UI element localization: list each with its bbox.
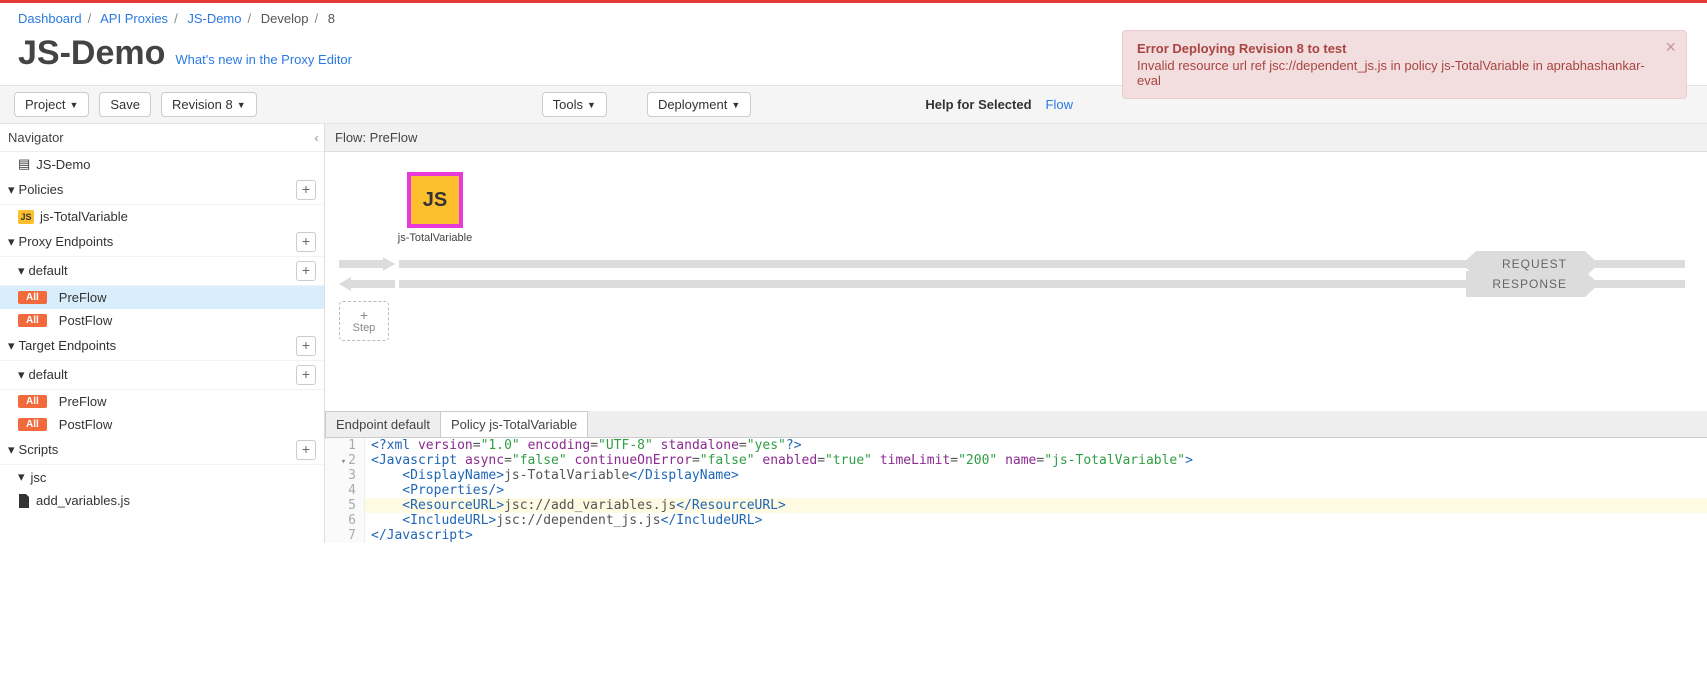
error-alert: × Error Deploying Revision 8 to test Inv… — [1122, 30, 1687, 99]
nav-root[interactable]: ▤ JS-Demo — [0, 152, 324, 176]
add-flow-button[interactable]: + — [296, 365, 316, 385]
scripts-folder[interactable]: ▾jsc — [0, 465, 324, 489]
policy-item[interactable]: JS js-TotalVariable — [0, 205, 324, 228]
save-button[interactable]: Save — [99, 92, 151, 117]
line-number: 3 — [325, 468, 365, 483]
breadcrumb-current: Develop — [261, 11, 309, 26]
line-number: 1 — [325, 438, 365, 453]
arrow-right-icon — [339, 257, 395, 271]
target-flow-postflow[interactable]: All PostFlow — [0, 413, 324, 436]
code-text[interactable]: <ResourceURL>jsc://add_variables.js</Res… — [365, 498, 1707, 513]
breadcrumb-link[interactable]: Dashboard — [18, 11, 82, 26]
code-line[interactable]: 5 <ResourceURL>jsc://add_variables.js</R… — [325, 498, 1707, 513]
target-flow-preflow[interactable]: All PreFlow — [0, 390, 324, 413]
policy-node[interactable]: JS js-TotalVariable — [395, 172, 475, 245]
plus-icon: + — [360, 308, 368, 322]
page-title: JS-Demo — [18, 34, 165, 73]
response-label: RESPONSE — [1466, 271, 1585, 297]
code-line[interactable]: 6 <IncludeURL>jsc://dependent_js.js</Inc… — [325, 513, 1707, 528]
code-line[interactable]: 3 <DisplayName>js-TotalVariable</Display… — [325, 468, 1707, 483]
editor-tabs: Endpoint default Policy js-TotalVariable — [325, 411, 1707, 438]
breadcrumb-link[interactable]: API Proxies — [100, 11, 168, 26]
code-editor[interactable]: 1<?xml version="1.0" encoding="UTF-8" st… — [325, 438, 1707, 543]
line-number: 7 — [325, 528, 365, 543]
project-menu[interactable]: Project▼ — [14, 92, 89, 117]
chevron-down-icon: ▼ — [731, 100, 740, 110]
add-target-endpoint-button[interactable]: + — [296, 336, 316, 356]
section-scripts[interactable]: ▾Scripts + — [0, 436, 324, 465]
line-number: 4 — [325, 483, 365, 498]
line-number: 5 — [325, 498, 365, 513]
code-line[interactable]: 4 <Properties/> — [325, 483, 1707, 498]
javascript-icon: JS — [18, 210, 34, 224]
javascript-icon: JS — [423, 189, 447, 212]
flow-postflow[interactable]: All PostFlow — [0, 309, 324, 332]
tab-endpoint[interactable]: Endpoint default — [325, 411, 441, 437]
proxy-icon: ▤ — [18, 156, 30, 172]
chevron-down-icon: ▼ — [237, 100, 246, 110]
all-badge: All — [18, 314, 47, 327]
navigator-panel: Navigator ‹‹ ▤ JS-Demo ▾Policies + JS js… — [0, 124, 325, 543]
close-icon[interactable]: × — [1665, 37, 1676, 58]
code-text[interactable]: <Properties/> — [365, 483, 1707, 498]
tools-menu[interactable]: Tools▼ — [542, 92, 607, 117]
file-icon — [18, 494, 30, 508]
all-badge: All — [18, 418, 47, 431]
breadcrumb-current: 8 — [328, 11, 335, 26]
navigator-title: Navigator — [8, 130, 64, 145]
response-pipeline: RESPONSE — [339, 277, 1697, 291]
request-pipeline: REQUEST — [339, 257, 1697, 271]
alert-body: Invalid resource url ref jsc://dependent… — [1137, 58, 1645, 88]
proxy-endpoint-default[interactable]: ▾default + — [0, 257, 324, 286]
help-for-selected: Help for Selected — [925, 97, 1031, 112]
target-endpoint-default[interactable]: ▾default + — [0, 361, 324, 390]
section-proxy-endpoints[interactable]: ▾Proxy Endpoints + — [0, 228, 324, 257]
collapse-navigator-icon[interactable]: ‹‹ — [314, 131, 316, 145]
code-line[interactable]: 7</Javascript> — [325, 528, 1707, 543]
chevron-down-icon: ▼ — [587, 100, 596, 110]
script-file[interactable]: add_variables.js — [0, 489, 324, 512]
deployment-menu[interactable]: Deployment▼ — [647, 92, 751, 117]
flow-preflow[interactable]: All PreFlow — [0, 286, 324, 309]
code-line[interactable]: 1<?xml version="1.0" encoding="UTF-8" st… — [325, 438, 1707, 453]
breadcrumb: Dashboard/ API Proxies/ JS-Demo/ Develop… — [0, 3, 1707, 30]
flow-help-link[interactable]: Flow — [1046, 97, 1073, 112]
code-line[interactable]: 2<Javascript async="false" continueOnErr… — [325, 453, 1707, 468]
code-text[interactable]: <Javascript async="false" continueOnErro… — [365, 453, 1707, 468]
line-number: 6 — [325, 513, 365, 528]
add-policy-button[interactable]: + — [296, 180, 316, 200]
add-proxy-endpoint-button[interactable]: + — [296, 232, 316, 252]
whats-new-link[interactable]: What's new in the Proxy Editor — [175, 52, 352, 67]
add-flow-button[interactable]: + — [296, 261, 316, 281]
arrow-left-icon — [339, 277, 395, 291]
code-text[interactable]: <DisplayName>js-TotalVariable</DisplayNa… — [365, 468, 1707, 483]
all-badge: All — [18, 291, 47, 304]
section-policies[interactable]: ▾Policies + — [0, 176, 324, 205]
code-text[interactable]: <IncludeURL>jsc://dependent_js.js</Inclu… — [365, 513, 1707, 528]
chevron-down-icon: ▼ — [69, 100, 78, 110]
flow-header: Flow: PreFlow — [325, 124, 1707, 152]
alert-title: Error Deploying Revision 8 to test — [1137, 41, 1658, 56]
revision-menu[interactable]: Revision 8▼ — [161, 92, 257, 117]
all-badge: All — [18, 395, 47, 408]
add-step-button[interactable]: + Step — [339, 301, 389, 341]
tab-policy[interactable]: Policy js-TotalVariable — [440, 411, 588, 437]
add-script-button[interactable]: + — [296, 440, 316, 460]
code-text[interactable]: </Javascript> — [365, 528, 1707, 543]
breadcrumb-link[interactable]: JS-Demo — [187, 11, 241, 26]
flow-canvas: JS js-TotalVariable REQUEST RESPONSE + S… — [325, 152, 1707, 411]
section-target-endpoints[interactable]: ▾Target Endpoints + — [0, 332, 324, 361]
code-text[interactable]: <?xml version="1.0" encoding="UTF-8" sta… — [365, 438, 1707, 453]
line-number: 2 — [325, 453, 365, 468]
policy-node-label: js-TotalVariable — [398, 232, 472, 245]
